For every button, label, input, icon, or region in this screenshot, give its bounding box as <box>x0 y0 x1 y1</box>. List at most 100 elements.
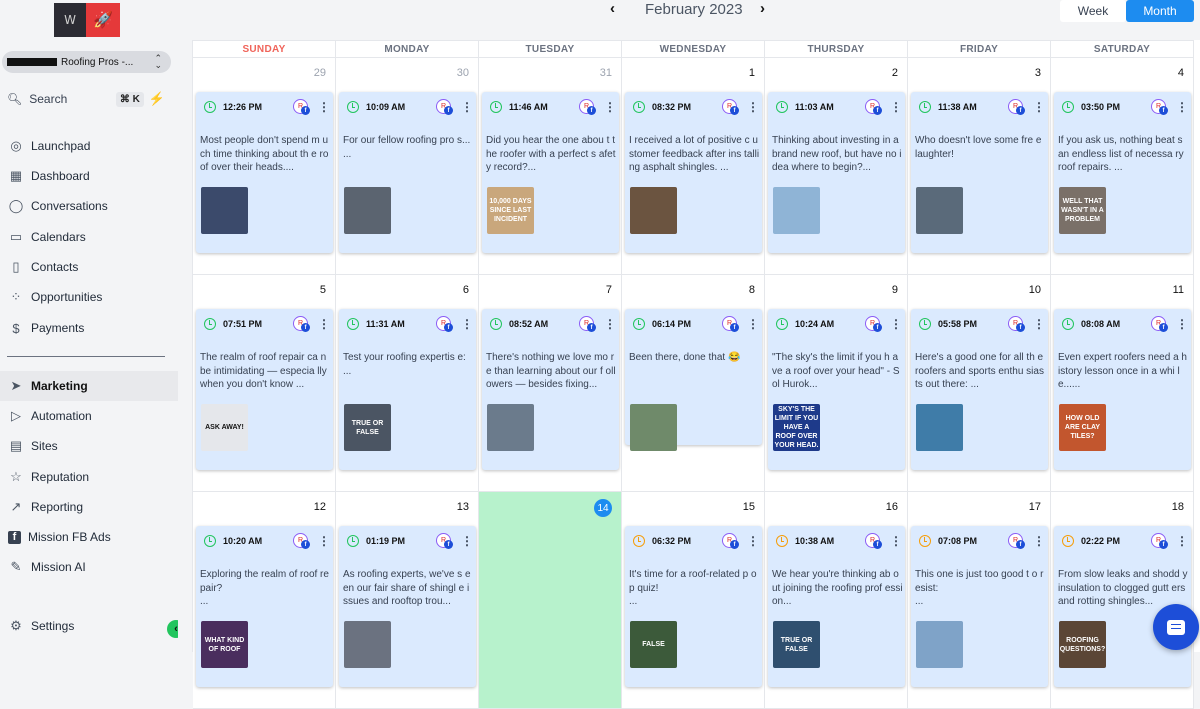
post-image-thumbnail[interactable] <box>630 187 677 234</box>
post-image-thumbnail[interactable] <box>630 404 677 451</box>
account-switcher[interactable]: Roofing Pros -... ⌃ ⌄ <box>2 51 171 73</box>
post-image-thumbnail[interactable] <box>916 187 963 234</box>
sidebar-item-dashboard[interactable]: ▦ Dashboard <box>0 161 178 191</box>
more-options-icon[interactable]: ⋮ <box>747 100 759 114</box>
more-options-icon[interactable]: ⋮ <box>1033 317 1045 331</box>
sidebar-item-conversations[interactable]: ◯ Conversations <box>0 191 178 221</box>
post-image-thumbnail[interactable]: WELL THAT WASN'T IN A PROBLEM <box>1059 187 1106 234</box>
more-options-icon[interactable]: ⋮ <box>318 100 330 114</box>
scheduled-post-card[interactable]: 06:32 PM Rf ⋮ It's time for a roof-related … <box>625 526 762 687</box>
post-image-thumbnail[interactable] <box>487 404 534 451</box>
calendar-day-cell[interactable]: 14 <box>479 492 622 709</box>
sidebar-item-automation[interactable]: ▷ Automation <box>0 401 178 431</box>
calendar-day-cell[interactable]: 13 01:19 PM Rf ⋮ As roofing experts, we've s… <box>336 492 479 709</box>
scheduled-post-card[interactable]: 11:03 AM Rf ⋮ Thinking about investing in a… <box>768 92 905 253</box>
more-options-icon[interactable]: ⋮ <box>604 317 616 331</box>
post-image-thumbnail[interactable] <box>773 187 820 234</box>
calendar-day-cell[interactable]: 9 10:24 AM Rf ⋮ "The sky's the limit if you … <box>765 275 908 492</box>
more-options-icon[interactable]: ⋮ <box>747 534 759 548</box>
more-options-icon[interactable]: ⋮ <box>1033 534 1045 548</box>
post-image-thumbnail[interactable]: TRUE OR FALSE <box>773 621 820 668</box>
more-options-icon[interactable]: ⋮ <box>461 534 473 548</box>
post-image-thumbnail[interactable]: ASK AWAY! <box>201 404 248 451</box>
scheduled-post-card[interactable]: 10:09 AM Rf ⋮ For our fellow roofing pro s.… <box>339 92 476 253</box>
calendar-day-cell[interactable]: 2 11:03 AM Rf ⋮ Thinking about investing in … <box>765 58 908 275</box>
next-month-button[interactable]: › <box>760 0 765 17</box>
scheduled-post-card[interactable]: 11:38 AM Rf ⋮ Who doesn't love some fre e l… <box>911 92 1048 253</box>
scheduled-post-card[interactable]: 11:46 AM Rf ⋮ Did you hear the one abou t t… <box>482 92 619 253</box>
more-options-icon[interactable]: ⋮ <box>318 534 330 548</box>
scheduled-post-card[interactable]: 08:32 PM Rf ⋮ I received a lot of positive … <box>625 92 762 253</box>
sidebar-item-reputation[interactable]: ☆ Reputation <box>0 462 178 492</box>
more-options-icon[interactable]: ⋮ <box>747 317 759 331</box>
calendar-day-cell[interactable]: 8 06:14 PM Rf ⋮ Been there, done that 😂 <box>622 275 765 492</box>
prev-month-button[interactable]: ‹ <box>610 0 615 17</box>
calendar-day-cell[interactable]: 11 08:08 AM Rf ⋮ Even expert roofers need a … <box>1051 275 1194 492</box>
sidebar-item-launchpad[interactable]: ◎ Launchpad <box>0 131 178 161</box>
scheduled-post-card[interactable]: 01:19 PM Rf ⋮ As roofing experts, we've s e… <box>339 526 476 687</box>
chat-widget-button[interactable] <box>1153 604 1199 650</box>
more-options-icon[interactable]: ⋮ <box>461 100 473 114</box>
scheduled-post-card[interactable]: 10:24 AM Rf ⋮ "The sky's the limit if you h… <box>768 309 905 470</box>
post-image-thumbnail[interactable] <box>916 404 963 451</box>
calendar-day-cell[interactable]: 5 07:51 PM Rf ⋮ The realm of roof repair ca … <box>193 275 336 492</box>
more-options-icon[interactable]: ⋮ <box>604 100 616 114</box>
calendar-day-cell[interactable]: 1 08:32 PM Rf ⋮ I received a lot of positive… <box>622 58 765 275</box>
more-options-icon[interactable]: ⋮ <box>461 317 473 331</box>
sidebar-item-reporting[interactable]: ↗ Reporting <box>0 492 178 522</box>
more-options-icon[interactable]: ⋮ <box>1033 100 1045 114</box>
calendar-day-cell[interactable]: 12 10:20 AM Rf ⋮ Exploring the realm of roof… <box>193 492 336 709</box>
scheduled-post-card[interactable]: 11:31 AM Rf ⋮ Test your roofing expertis e:… <box>339 309 476 470</box>
sidebar-item-sites[interactable]: ▤ Sites <box>0 431 178 461</box>
more-options-icon[interactable]: ⋮ <box>890 534 902 548</box>
calendar-day-cell[interactable]: 17 07:08 PM Rf ⋮ This one is just too good t… <box>908 492 1051 709</box>
scheduled-post-card[interactable]: 07:08 PM Rf ⋮ This one is just too good t o… <box>911 526 1048 687</box>
calendar-day-cell[interactable]: 6 11:31 AM Rf ⋮ Test your roofing expertis e… <box>336 275 479 492</box>
post-image-thumbnail[interactable]: HOW OLD ARE CLAY TILES? <box>1059 404 1106 451</box>
calendar-day-cell[interactable]: 16 10:38 AM Rf ⋮ We hear you're thinking ab … <box>765 492 908 709</box>
bolt-icon[interactable]: ⚡ <box>149 91 165 107</box>
calendar-day-cell[interactable]: 18 02:22 PM Rf ⋮ From slow leaks and shodd y… <box>1051 492 1194 709</box>
more-options-icon[interactable]: ⋮ <box>318 317 330 331</box>
post-image-thumbnail[interactable] <box>344 621 391 668</box>
post-image-thumbnail[interactable]: TRUE OR FALSE <box>344 404 391 451</box>
sidebar-item-mission-ai[interactable]: ✎ Mission AI <box>0 552 178 582</box>
post-image-thumbnail[interactable]: FALSE <box>630 621 677 668</box>
sidebar-item-opportunities[interactable]: ⁘ Opportunities <box>0 282 178 312</box>
sidebar-item-mission-fb-ads[interactable]: f Mission FB Ads <box>0 522 178 552</box>
post-image-thumbnail[interactable]: ROOFING QUESTIONS? <box>1059 621 1106 668</box>
more-options-icon[interactable]: ⋮ <box>1176 100 1188 114</box>
post-image-thumbnail[interactable] <box>916 621 963 668</box>
scheduled-post-card[interactable]: 06:14 PM Rf ⋮ Been there, done that 😂 <box>625 309 762 451</box>
search-bar[interactable]: 🔍︎ Search ⌘ K ⚡ <box>0 87 170 111</box>
scheduled-post-card[interactable]: 08:08 AM Rf ⋮ Even expert roofers need a hi… <box>1054 309 1191 470</box>
calendar-day-cell[interactable]: 4 03:50 PM Rf ⋮ If you ask us, nothing beat … <box>1051 58 1194 275</box>
week-view-button[interactable]: Week <box>1060 0 1126 22</box>
post-image-thumbnail[interactable]: 10,000 DAYS SINCE LAST INCIDENT <box>487 187 534 234</box>
scheduled-post-card[interactable]: 05:58 PM Rf ⋮ Here's a good one for all th … <box>911 309 1048 470</box>
month-view-button[interactable]: Month <box>1126 0 1194 22</box>
sidebar-item-settings[interactable]: ⚙ Settings <box>0 611 178 641</box>
company-logo[interactable]: W 🚀 <box>54 3 120 37</box>
post-image-thumbnail[interactable]: SKY'S THE LIMIT IF YOU HAVE A ROOF OVER … <box>773 404 820 451</box>
calendar-day-cell[interactable]: 15 06:32 PM Rf ⋮ It's time for a roof-relate… <box>622 492 765 709</box>
sidebar-item-payments[interactable]: $ Payments <box>0 313 178 343</box>
more-options-icon[interactable]: ⋮ <box>1176 317 1188 331</box>
scheduled-post-card[interactable]: 08:52 AM Rf ⋮ There's nothing we love mo re… <box>482 309 619 470</box>
calendar-day-cell[interactable]: 31 11:46 AM Rf ⋮ Did you hear the one abou t… <box>479 58 622 275</box>
scheduled-post-card[interactable]: 07:51 PM Rf ⋮ The realm of roof repair ca n… <box>196 309 333 470</box>
post-image-thumbnail[interactable] <box>201 187 248 234</box>
more-options-icon[interactable]: ⋮ <box>1176 534 1188 548</box>
scheduled-post-card[interactable]: 03:50 PM Rf ⋮ If you ask us, nothing beat s… <box>1054 92 1191 253</box>
post-image-thumbnail[interactable]: WHAT KIND OF ROOF <box>201 621 248 668</box>
calendar-day-cell[interactable]: 29 12:26 PM Rf ⋮ Most people don't spend m u… <box>193 58 336 275</box>
post-image-thumbnail[interactable] <box>344 187 391 234</box>
calendar-day-cell[interactable]: 10 05:58 PM Rf ⋮ Here's a good one for all t… <box>908 275 1051 492</box>
scheduled-post-card[interactable]: 10:38 AM Rf ⋮ We hear you're thinking ab ou… <box>768 526 905 687</box>
sidebar-item-contacts[interactable]: ▯ Contacts <box>0 252 178 282</box>
calendar-day-cell[interactable]: 3 11:38 AM Rf ⋮ Who doesn't love some fre e … <box>908 58 1051 275</box>
calendar-day-cell[interactable]: 7 08:52 AM Rf ⋮ There's nothing we love mo r… <box>479 275 622 492</box>
more-options-icon[interactable]: ⋮ <box>890 317 902 331</box>
sidebar-item-calendars[interactable]: ▭ Calendars <box>0 222 178 252</box>
scheduled-post-card[interactable]: 12:26 PM Rf ⋮ Most people don't spend m uch… <box>196 92 333 253</box>
